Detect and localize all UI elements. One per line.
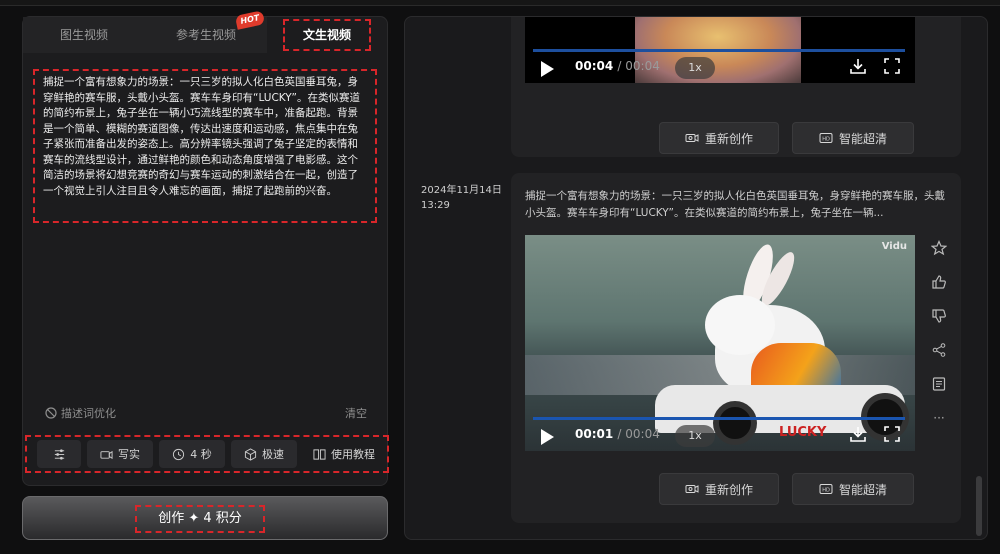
result-timestamp: 2024年11月14日 13:29 [421,183,502,213]
recreate-label: 重新创作 [704,131,753,146]
tab-image-to-video[interactable]: 图生视频 [23,17,145,53]
more-options-icon[interactable]: ··· [927,401,951,435]
create-label: 创作 ✦ 4 积分 [135,505,265,533]
svg-text:HD: HD [822,136,830,142]
video-time: 00:01 / 00:04 [575,427,660,441]
details-button[interactable] [927,367,951,401]
download-icon[interactable] [849,425,867,443]
generation-panel: 图生视频 参考生视频 文生视频 HOT 捕捉一个富有想象力的场景：一只三岁的拟人… [22,10,389,486]
clock-icon [173,448,185,460]
recreate-button[interactable]: 重新创作 [659,122,779,154]
optimize-toggle[interactable]: 描述词优化 [45,405,116,421]
share-icon [932,343,946,357]
options-toolbar: 写实 4 秒 极速 使用教程 [25,435,389,473]
speed-mode-button[interactable]: 极速 [231,440,297,468]
hd-icon: HD [819,484,833,494]
video-time: 00:04 / 00:04 [575,59,660,73]
like-button[interactable] [927,265,951,299]
progress-bar[interactable] [533,417,905,420]
speed-mode-label: 极速 [262,448,284,461]
tab-text-to-video-label: 文生视频 [283,19,371,51]
cube-icon [244,447,257,461]
video-player[interactable]: 00:04 / 00:04 1x [525,17,915,83]
play-icon[interactable] [541,429,554,445]
star-icon [931,240,947,256]
camera-icon [100,450,113,459]
playback-speed[interactable]: 1x [675,57,715,79]
clear-button[interactable]: 清空 [345,405,367,421]
video-camera-icon [685,485,699,493]
video-camera-icon [685,134,699,142]
create-button[interactable]: 创作 ✦ 4 积分 [22,496,388,540]
upscale-label: 智能超清 [838,131,887,146]
fullscreen-icon[interactable] [883,57,901,75]
book-icon [313,448,326,460]
recreate-button[interactable]: 重新创作 [659,473,779,505]
upscale-button[interactable]: HD 智能超清 [792,473,914,505]
top-border [0,0,1000,6]
total-time: 00:04 [625,427,660,441]
fullscreen-icon[interactable] [883,425,901,443]
duration-button[interactable]: 4 秒 [159,440,225,468]
result-card: 00:04 / 00:04 1x 重新创作 HD 智能超清 [511,17,961,157]
download-icon[interactable] [849,57,867,75]
document-icon [932,377,946,391]
tutorial-label: 使用教程 [331,448,375,461]
style-button[interactable]: 写实 [87,440,153,468]
hd-icon: HD [819,133,833,143]
total-time: 00:04 [625,59,660,73]
video-player[interactable]: LUCKY Vidu 00:01 / 00:04 1x [525,235,915,451]
video-controls: 00:04 / 00:04 1x [525,49,915,83]
upscale-button[interactable]: HD 智能超清 [792,122,914,154]
rabbit-head [705,295,775,355]
progress-bar[interactable] [533,49,905,52]
mode-tabs: 图生视频 参考生视频 文生视频 [23,17,389,53]
results-panel: ··· 00:04 / 00:04 1x 重新创作 HD 智能超清 2024年1… [404,16,988,540]
current-time: 00:01 [575,427,614,441]
current-time: 00:04 [575,59,614,73]
playback-speed[interactable]: 1x [675,425,715,447]
prompt-textarea[interactable]: 捕捉一个富有想象力的场景：一只三岁的拟人化白色英国垂耳兔，身穿鲜艳的赛车服，头戴… [33,69,377,223]
upscale-label: 智能超清 [838,482,887,497]
tab-text-to-video[interactable]: 文生视频 [267,17,389,53]
watermark: Vidu [881,241,907,252]
result-date: 2024年11月14日 [421,185,502,196]
duration-label: 4 秒 [190,448,212,461]
recreate-label: 重新创作 [704,482,753,497]
dislike-button[interactable] [927,299,951,333]
result-actions: ··· [927,231,951,435]
tutorial-link[interactable]: 使用教程 [303,440,385,468]
svg-text:HD: HD [822,487,830,493]
style-label: 写实 [118,448,140,461]
play-icon[interactable] [541,61,554,77]
sliders-icon [54,448,64,460]
video-controls: 00:01 / 00:04 1x [525,417,915,451]
result-time: 13:29 [421,200,450,211]
result-card: LUCKY Vidu 00:01 / 00:04 1x 重新创作 HD 智能超清 [511,173,961,523]
scrollbar-thumb[interactable] [976,476,982,536]
result-description: 捕捉一个富有想象力的场景：一只三岁的拟人化白色英国垂耳兔，身穿鲜艳的赛车服，头戴… [525,190,945,219]
thumbs-up-icon [932,275,946,289]
settings-button[interactable] [37,440,81,468]
disabled-icon [45,407,57,419]
share-button[interactable] [927,333,951,367]
thumbs-down-icon [932,309,946,323]
optimize-label: 描述词优化 [61,407,116,420]
favorite-button[interactable] [927,231,951,265]
